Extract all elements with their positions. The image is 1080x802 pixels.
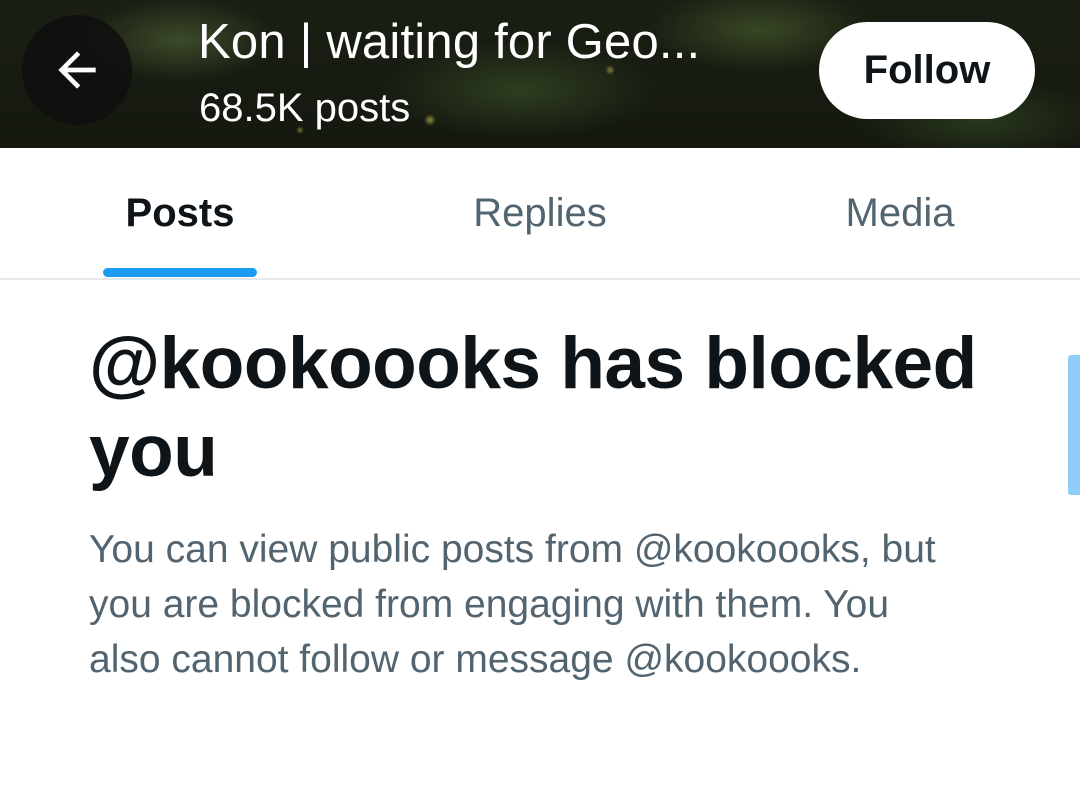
scrollbar[interactable] <box>1068 355 1080 495</box>
tab-media[interactable]: Media <box>780 148 1020 278</box>
follow-button[interactable]: Follow <box>819 22 1035 119</box>
tab-posts[interactable]: Posts <box>60 148 300 278</box>
back-button[interactable] <box>22 15 132 125</box>
arrow-left-icon <box>58 51 96 89</box>
tab-replies[interactable]: Replies <box>420 148 660 278</box>
post-count: 68.5K posts <box>199 86 411 130</box>
blocked-heading: @kookoooks has blocked you <box>89 323 977 492</box>
profile-name: Kon | waiting for Geo... <box>198 15 701 69</box>
profile-header-banner: Kon | waiting for Geo... 68.5K posts Fol… <box>0 0 1080 148</box>
active-tab-indicator <box>103 268 257 277</box>
blocked-description: You can view public posts from @kookoook… <box>89 528 936 681</box>
profile-tabs: Posts Replies Media <box>0 148 1080 280</box>
